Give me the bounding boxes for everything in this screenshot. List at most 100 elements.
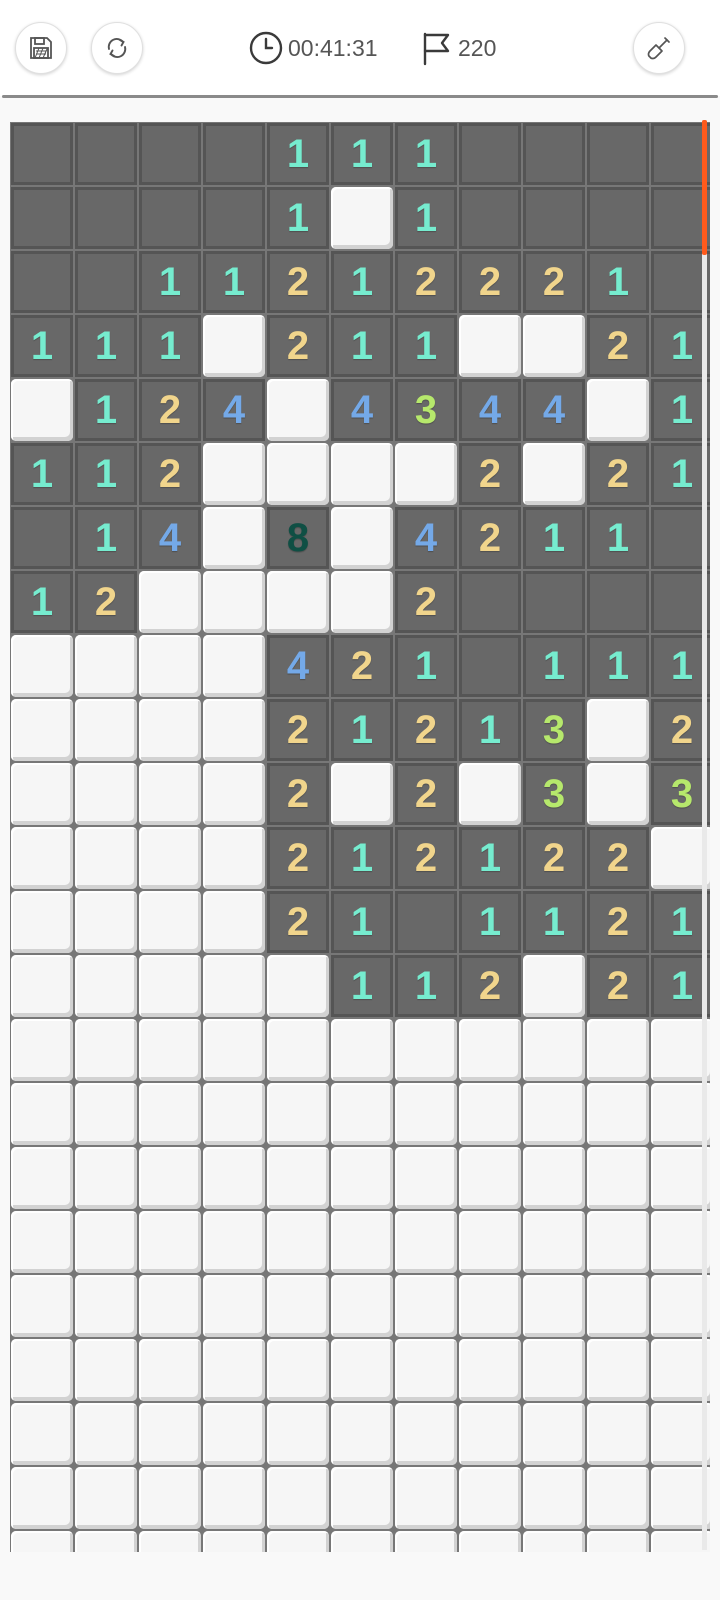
hidden-cell[interactable] bbox=[203, 1211, 265, 1273]
hidden-cell[interactable] bbox=[395, 1339, 457, 1401]
revealed-number-cell[interactable]: 1 bbox=[331, 955, 393, 1017]
revealed-number-cell[interactable]: 1 bbox=[11, 443, 73, 505]
revealed-empty-cell[interactable] bbox=[459, 635, 521, 697]
revealed-empty-cell[interactable] bbox=[11, 251, 73, 313]
hidden-cell[interactable] bbox=[331, 443, 393, 505]
revealed-empty-cell[interactable] bbox=[395, 891, 457, 953]
revealed-number-cell[interactable]: 2 bbox=[267, 827, 329, 889]
hidden-cell[interactable] bbox=[203, 827, 265, 889]
hidden-cell[interactable] bbox=[11, 1275, 73, 1337]
revealed-empty-cell[interactable] bbox=[203, 187, 265, 249]
hidden-cell[interactable] bbox=[139, 1147, 201, 1209]
dig-mode-button[interactable] bbox=[633, 22, 685, 74]
hidden-cell[interactable] bbox=[75, 1211, 137, 1273]
revealed-empty-cell[interactable] bbox=[587, 571, 649, 633]
revealed-number-cell[interactable]: 3 bbox=[523, 699, 585, 761]
revealed-number-cell[interactable]: 4 bbox=[203, 379, 265, 441]
revealed-number-cell[interactable]: 1 bbox=[523, 507, 585, 569]
hidden-cell[interactable] bbox=[139, 1211, 201, 1273]
hidden-cell[interactable] bbox=[139, 1339, 201, 1401]
hidden-cell[interactable] bbox=[75, 1403, 137, 1465]
hidden-cell[interactable] bbox=[75, 1339, 137, 1401]
revealed-number-cell[interactable]: 2 bbox=[587, 443, 649, 505]
hidden-cell[interactable] bbox=[11, 891, 73, 953]
hidden-cell[interactable] bbox=[267, 1339, 329, 1401]
revealed-number-cell[interactable]: 4 bbox=[523, 379, 585, 441]
hidden-cell[interactable] bbox=[459, 1083, 521, 1145]
revealed-empty-cell[interactable] bbox=[11, 507, 73, 569]
revealed-number-cell[interactable]: 2 bbox=[395, 251, 457, 313]
hidden-cell[interactable] bbox=[459, 1019, 521, 1081]
hidden-cell[interactable] bbox=[459, 1339, 521, 1401]
revealed-number-cell[interactable]: 2 bbox=[523, 827, 585, 889]
hidden-cell[interactable] bbox=[523, 1083, 585, 1145]
hidden-cell[interactable] bbox=[75, 1083, 137, 1145]
hidden-cell[interactable] bbox=[11, 699, 73, 761]
hidden-cell[interactable] bbox=[587, 1019, 649, 1081]
revealed-number-cell[interactable]: 2 bbox=[459, 507, 521, 569]
hidden-cell[interactable] bbox=[203, 1083, 265, 1145]
hidden-cell[interactable] bbox=[587, 699, 649, 761]
revealed-number-cell[interactable]: 2 bbox=[395, 827, 457, 889]
hidden-cell[interactable] bbox=[587, 1083, 649, 1145]
hidden-cell[interactable] bbox=[395, 1403, 457, 1465]
hidden-cell[interactable] bbox=[203, 763, 265, 825]
hidden-cell[interactable] bbox=[267, 571, 329, 633]
hidden-cell[interactable] bbox=[203, 1019, 265, 1081]
hidden-cell[interactable] bbox=[75, 1467, 137, 1529]
hidden-cell[interactable] bbox=[459, 1211, 521, 1273]
hidden-cell[interactable] bbox=[395, 1147, 457, 1209]
revealed-number-cell[interactable]: 1 bbox=[395, 635, 457, 697]
hidden-cell[interactable] bbox=[139, 699, 201, 761]
hidden-cell[interactable] bbox=[75, 1019, 137, 1081]
hidden-cell[interactable] bbox=[395, 1467, 457, 1529]
revealed-number-cell[interactable]: 4 bbox=[331, 379, 393, 441]
revealed-number-cell[interactable]: 2 bbox=[523, 251, 585, 313]
hidden-cell[interactable] bbox=[203, 699, 265, 761]
hidden-cell[interactable] bbox=[203, 955, 265, 1017]
revealed-empty-cell[interactable] bbox=[523, 123, 585, 185]
revealed-number-cell[interactable]: 1 bbox=[523, 635, 585, 697]
hidden-cell[interactable] bbox=[331, 763, 393, 825]
hidden-cell[interactable] bbox=[139, 571, 201, 633]
revealed-number-cell[interactable]: 1 bbox=[203, 251, 265, 313]
hidden-cell[interactable] bbox=[395, 1211, 457, 1273]
revealed-empty-cell[interactable] bbox=[139, 123, 201, 185]
revealed-number-cell[interactable]: 2 bbox=[267, 251, 329, 313]
revealed-number-cell[interactable]: 1 bbox=[331, 827, 393, 889]
revealed-number-cell[interactable]: 1 bbox=[395, 955, 457, 1017]
revealed-number-cell[interactable]: 1 bbox=[395, 123, 457, 185]
hidden-cell[interactable] bbox=[587, 1275, 649, 1337]
hidden-cell[interactable] bbox=[203, 1467, 265, 1529]
hidden-cell[interactable] bbox=[459, 1467, 521, 1529]
hidden-cell[interactable] bbox=[331, 1019, 393, 1081]
revealed-empty-cell[interactable] bbox=[523, 187, 585, 249]
revealed-number-cell[interactable]: 2 bbox=[267, 699, 329, 761]
hidden-cell[interactable] bbox=[331, 571, 393, 633]
hidden-cell[interactable] bbox=[523, 315, 585, 377]
hidden-cell[interactable] bbox=[203, 891, 265, 953]
hidden-cell[interactable] bbox=[139, 763, 201, 825]
hidden-cell[interactable] bbox=[267, 1403, 329, 1465]
hidden-cell[interactable] bbox=[523, 443, 585, 505]
hidden-cell[interactable] bbox=[587, 1147, 649, 1209]
revealed-number-cell[interactable]: 2 bbox=[587, 315, 649, 377]
hidden-cell[interactable] bbox=[139, 1019, 201, 1081]
hidden-cell[interactable] bbox=[203, 315, 265, 377]
revealed-number-cell[interactable]: 1 bbox=[459, 891, 521, 953]
hidden-cell[interactable] bbox=[139, 891, 201, 953]
revealed-number-cell[interactable]: 2 bbox=[459, 251, 521, 313]
hidden-cell[interactable] bbox=[267, 955, 329, 1017]
revealed-empty-cell[interactable] bbox=[459, 571, 521, 633]
revealed-number-cell[interactable]: 1 bbox=[587, 507, 649, 569]
revealed-empty-cell[interactable] bbox=[75, 251, 137, 313]
revealed-number-cell[interactable]: 4 bbox=[267, 635, 329, 697]
hidden-cell[interactable] bbox=[331, 1275, 393, 1337]
hidden-cell[interactable] bbox=[331, 1403, 393, 1465]
hidden-cell[interactable] bbox=[587, 1339, 649, 1401]
hidden-cell[interactable] bbox=[587, 1403, 649, 1465]
save-button[interactable] bbox=[15, 22, 67, 74]
hidden-cell[interactable] bbox=[395, 1019, 457, 1081]
revealed-number-cell[interactable]: 1 bbox=[75, 379, 137, 441]
hidden-cell[interactable] bbox=[459, 763, 521, 825]
